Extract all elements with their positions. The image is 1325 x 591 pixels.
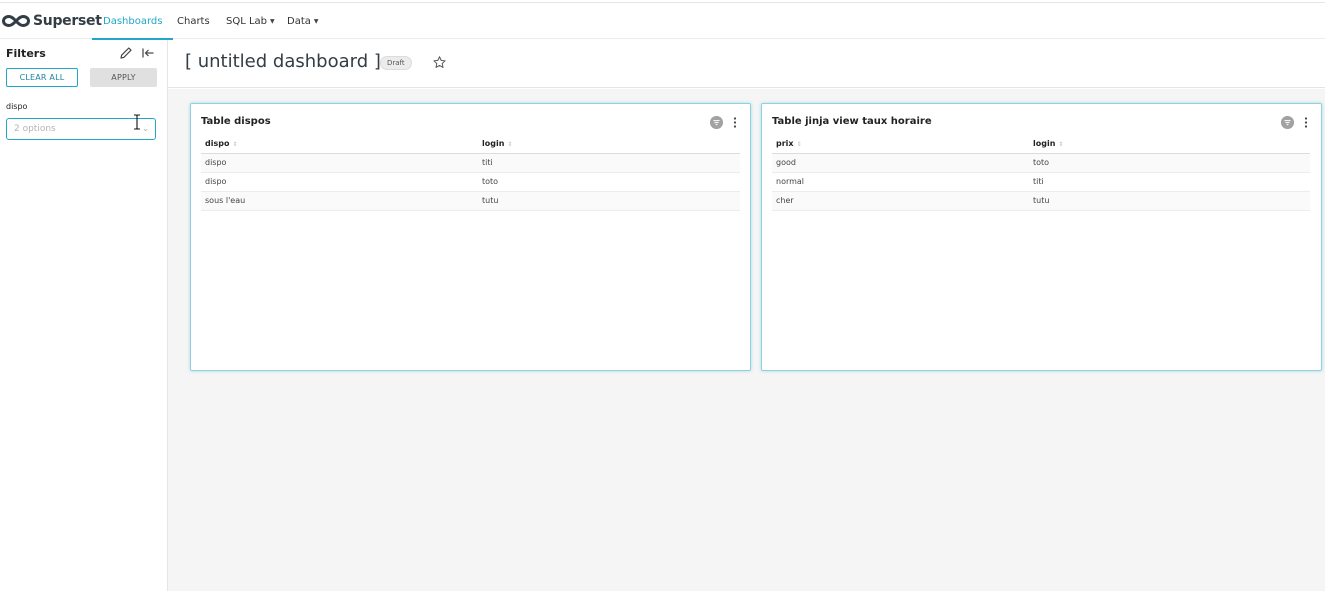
- table-cell: tutu: [1029, 191, 1310, 211]
- table-cell: good: [772, 153, 1029, 173]
- table-row: normal titi: [772, 172, 1310, 192]
- column-header-label: login: [1033, 139, 1056, 149]
- filter-icon[interactable]: [710, 116, 723, 129]
- column-header-label: prix: [776, 139, 794, 149]
- nav-sql-lab[interactable]: SQL Lab ▼: [226, 3, 275, 40]
- column-header[interactable]: login ⇕: [478, 135, 740, 154]
- chart-card-table-dispos[interactable]: Table dispos dispo⇕ login⇕ dispo titi: [190, 103, 751, 371]
- table-cell: cher: [772, 191, 1029, 211]
- nav-charts-label: Charts: [177, 16, 210, 27]
- data-table: dispo ⇕ login ⇕ dispo titi dispo toto sous…: [201, 135, 740, 211]
- filter-icon[interactable]: [1281, 116, 1294, 129]
- text-cursor-icon: [134, 114, 140, 130]
- top-navbar: Superset Dashboards Charts SQL Lab ▼ Data…: [0, 2, 1325, 40]
- sort-icon: ⇕: [507, 141, 513, 149]
- table-cell: toto: [1029, 153, 1310, 173]
- caret-down-icon: ▼: [313, 18, 319, 25]
- sort-icon: ⇕: [232, 141, 238, 149]
- dashboard-title[interactable]: [ untitled dashboard ]: [185, 51, 381, 72]
- column-header[interactable]: dispo ⇕: [201, 135, 478, 154]
- table-row: cher tutu: [772, 191, 1310, 211]
- star-icon[interactable]: [432, 55, 447, 70]
- nav-charts[interactable]: Charts: [177, 3, 210, 40]
- nav-dashboards[interactable]: Dashboards: [92, 3, 174, 40]
- sort-icon: ⇕: [1058, 141, 1064, 149]
- dashboard-header: [ untitled dashboard ] Draft: [168, 40, 1325, 88]
- filter-sidebar: Filters CLEAR ALL APPLY dispo 2 options …: [0, 40, 168, 591]
- column-header-label: dispo: [205, 139, 230, 149]
- data-table: prix ⇕ login ⇕ good toto normal titi cher …: [772, 135, 1310, 211]
- table-row: good toto: [772, 153, 1310, 173]
- table-cell: dispo: [201, 153, 478, 173]
- chart-title: Table dispos: [201, 116, 271, 127]
- chart-card-table-jinja[interactable]: Table jinja view taux horaire prix ⇕ logi…: [761, 103, 1322, 371]
- nav-data-label: Data: [287, 16, 311, 27]
- nav-data[interactable]: Data ▼: [287, 3, 319, 40]
- nav-sql-lab-label: SQL Lab: [226, 16, 268, 27]
- table-row: sous l'eau tutu: [201, 191, 740, 211]
- more-vertical-icon[interactable]: [1303, 116, 1309, 129]
- table-cell: normal: [772, 172, 1029, 192]
- caret-down-icon: ▼: [270, 18, 275, 25]
- dashboard-grid: Table dispos dispo⇕ login⇕ dispo titi: [168, 89, 1325, 591]
- sort-icon: ⇕: [796, 141, 802, 149]
- apply-button[interactable]: APPLY: [90, 68, 157, 87]
- filter-label-dispo: dispo: [6, 102, 28, 111]
- more-vertical-icon[interactable]: [732, 116, 738, 129]
- filters-title: Filters: [6, 47, 46, 60]
- chart-title: Table jinja view taux horaire: [772, 116, 932, 127]
- brand[interactable]: Superset: [2, 10, 102, 32]
- table-cell: dispo: [201, 172, 478, 192]
- table-cell: tutu: [478, 191, 740, 211]
- table-row: dispo titi: [201, 153, 740, 173]
- superset-logo-icon: [2, 14, 30, 28]
- table-cell: titi: [478, 153, 740, 173]
- column-header[interactable]: prix ⇕: [772, 135, 1029, 154]
- table-cell: toto: [478, 172, 740, 192]
- table-cell: sous l'eau: [201, 191, 478, 211]
- pencil-icon[interactable]: [119, 46, 133, 60]
- table-cell: titi: [1029, 172, 1310, 192]
- clear-all-button[interactable]: CLEAR ALL: [6, 68, 78, 87]
- column-header[interactable]: login ⇕: [1029, 135, 1310, 154]
- chevron-down-icon: ⌄: [142, 124, 149, 133]
- filter-select-placeholder: 2 options: [14, 124, 56, 134]
- collapse-left-icon[interactable]: [141, 46, 155, 60]
- nav-dashboards-label: Dashboards: [103, 16, 163, 27]
- column-header-label: login: [482, 139, 505, 149]
- table-row: dispo toto: [201, 172, 740, 192]
- draft-badge[interactable]: Draft: [380, 56, 412, 70]
